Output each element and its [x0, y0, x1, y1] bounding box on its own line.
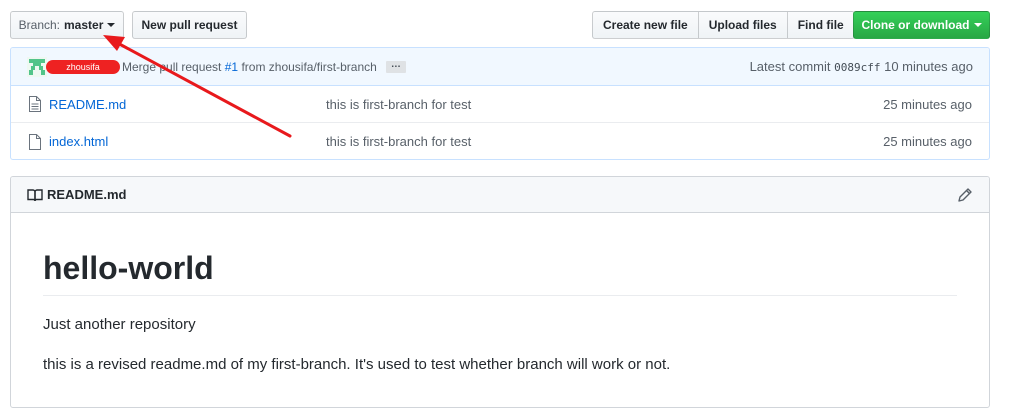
- find-file-button[interactable]: Find file: [786, 11, 855, 39]
- create-new-file-button[interactable]: Create new file: [592, 11, 699, 39]
- file-icon: [29, 96, 41, 112]
- file-actions-group: Create new file Upload files Find file: [592, 11, 855, 39]
- branch-select-button[interactable]: Branch: master: [10, 11, 124, 39]
- file-name-link[interactable]: README.md: [49, 97, 326, 112]
- latest-commit-row: zhousifa Merge pull request #1 from zhou…: [11, 48, 989, 86]
- latest-commit-label: Latest commit: [749, 59, 831, 74]
- new-pull-request-label: New pull request: [141, 18, 238, 32]
- branch-prefix-label: Branch:: [18, 18, 60, 32]
- table-row: README.md this is first-branch for test …: [11, 86, 989, 123]
- file-commit-message[interactable]: this is first-branch for test: [326, 134, 471, 149]
- commit-message: Merge pull request #1 from zhousifa/firs…: [122, 60, 377, 74]
- readme-filename: README.md: [47, 187, 127, 202]
- readme-panel: README.md hello-world Just another repos…: [10, 176, 990, 408]
- readme-content: hello-world Just another repository this…: [11, 248, 989, 376]
- author-name-redacted[interactable]: zhousifa: [46, 59, 120, 74]
- upload-files-label: Upload files: [708, 18, 777, 32]
- create-new-file-label: Create new file: [603, 18, 688, 32]
- chevron-down-icon: [107, 23, 116, 27]
- clone-or-download-button[interactable]: Clone or download: [853, 11, 990, 39]
- file-icon: [29, 133, 41, 150]
- branch-name-label: master: [64, 18, 104, 32]
- readme-paragraph: Just another repository: [43, 316, 196, 333]
- new-pull-request-button[interactable]: New pull request: [132, 11, 247, 39]
- pencil-icon[interactable]: [957, 187, 973, 203]
- table-row: index.html this is first-branch for test…: [11, 123, 989, 159]
- file-age: 25 minutes ago: [883, 134, 972, 149]
- latest-commit-info: Latest commit 0089cff 10 minutes ago: [750, 59, 973, 74]
- find-file-label: Find file: [797, 18, 844, 32]
- readme-paragraph: this is a revised readme.md of my first-…: [43, 355, 671, 373]
- readme-title: hello-world: [43, 248, 957, 296]
- file-name-link[interactable]: index.html: [49, 134, 326, 149]
- file-table: zhousifa Merge pull request #1 from zhou…: [10, 47, 990, 160]
- expand-commit-button[interactable]: …: [385, 59, 406, 73]
- commit-age: 10 minutes ago: [884, 59, 973, 74]
- commit-message-prefix: Merge pull request: [122, 59, 222, 74]
- author-avatar-icon[interactable]: [27, 56, 47, 77]
- file-age: 25 minutes ago: [883, 96, 972, 112]
- upload-files-button[interactable]: Upload files: [697, 11, 788, 39]
- commit-sha-link[interactable]: 0089cff: [834, 61, 880, 74]
- readme-header: README.md: [11, 177, 989, 213]
- commit-message-suffix: from zhousifa/first-branch: [241, 59, 377, 74]
- clone-or-download-label: Clone or download: [861, 18, 970, 32]
- book-icon: [27, 188, 43, 201]
- chevron-down-icon: [973, 23, 982, 27]
- file-commit-message[interactable]: this is first-branch for test: [326, 97, 471, 112]
- pull-request-link[interactable]: #1: [225, 60, 238, 74]
